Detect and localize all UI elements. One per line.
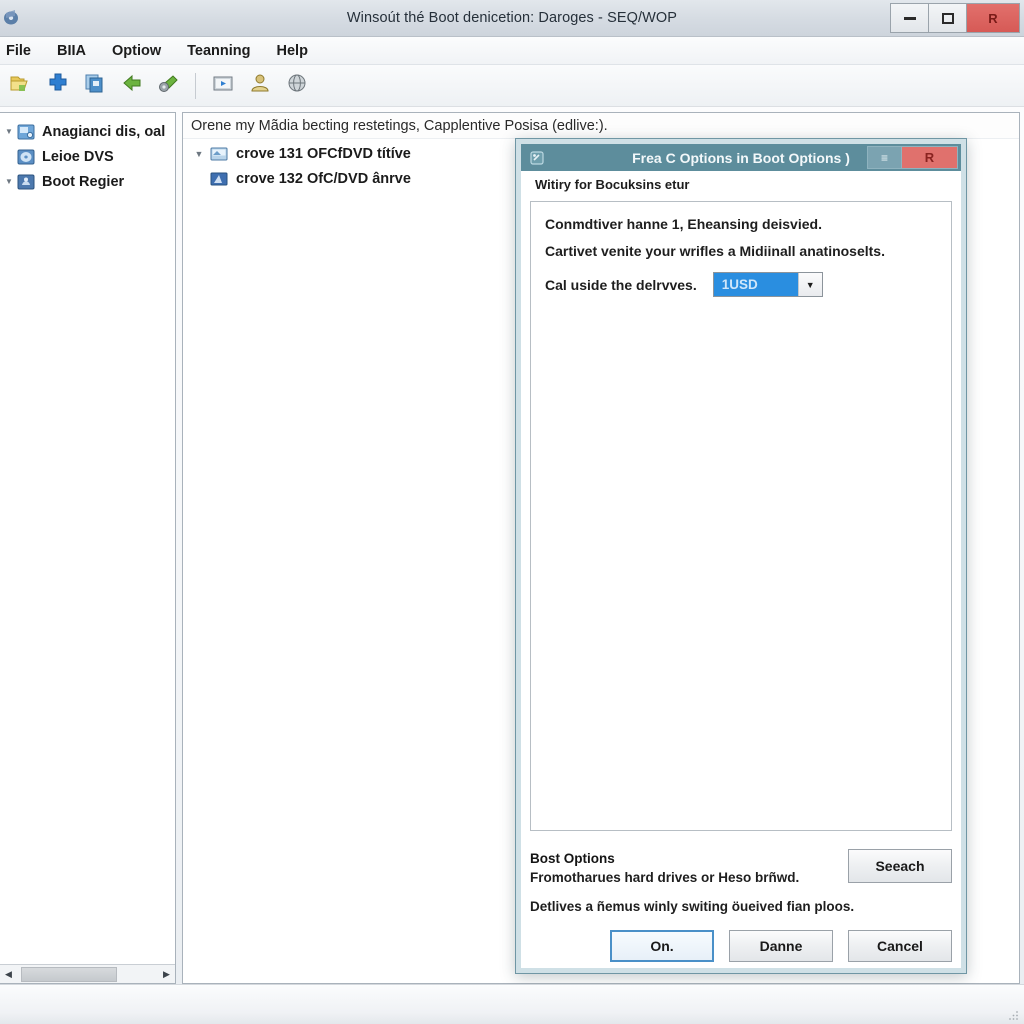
dialog-collapse-button[interactable]: ≡ (868, 147, 902, 168)
toolbar-user-button[interactable] (243, 69, 276, 102)
footer-heading: Bost Options (530, 850, 615, 866)
green-gear-icon (157, 72, 181, 99)
sidebar-item-label: Anagianci dis, oal (42, 123, 166, 140)
dialog-close-button[interactable]: R (902, 147, 957, 168)
scrollbar-thumb[interactable] (21, 966, 117, 982)
sidebar-panel: ▼ Anagianci dis, oal Leioe DVS ▼ Boot Re… (0, 112, 176, 984)
toolbar-add-button[interactable] (41, 69, 74, 102)
green-arrow-icon (120, 72, 144, 99)
expander-collapsed-icon[interactable]: ▼ (2, 177, 16, 186)
menubar: File BIIA Optiow Teanning Help (0, 37, 1024, 65)
dialog-titlebar: Frea C Options in Boot Options ) ≡ R (521, 144, 961, 171)
scrollbar-track[interactable] (17, 965, 158, 983)
disk-drive-icon (16, 123, 36, 141)
boot-options-dialog: Frea C Options in Boot Options ) ≡ R Wit… (515, 138, 967, 974)
drive-select-row: Cal uside the delrvves. 1USD ▼ (545, 272, 937, 297)
add-plus-icon (46, 72, 70, 99)
sidebar-item-label: Boot Regier (42, 173, 125, 190)
minimize-button[interactable] (891, 4, 929, 32)
main-panel-header: Orene my Mãdia becting restetings, Cappl… (183, 113, 1019, 139)
footer-top-row: Bost Options Fromotharues hard drives or… (530, 848, 952, 888)
ok-button[interactable]: On. (610, 930, 714, 962)
toolbar-settings-button[interactable] (152, 69, 185, 102)
cancel-button[interactable]: Cancel (848, 930, 952, 962)
window-titlebar: Winsoút thé Boot denicetion: Daroges - S… (0, 0, 1024, 37)
dialog-footer: Bost Options Fromotharues hard drives or… (521, 838, 961, 920)
boot-icon (16, 173, 36, 191)
search-button[interactable]: Seeach (848, 848, 952, 883)
drive-select-label: Cal uside the delrvves. (545, 276, 697, 293)
dialog-disk-icon (527, 148, 547, 168)
footer-note: Detlives a ñemus winly switing öueived f… (530, 899, 855, 914)
sidebar-item-analysis-disk[interactable]: ▼ Anagianci dis, oal (0, 119, 175, 144)
sidebar-tree: ▼ Anagianci dis, oal Leioe DVS ▼ Boot Re… (0, 113, 175, 964)
statusbar (0, 984, 1024, 1024)
sidebar-item-leioe-dvs[interactable]: Leioe DVS (0, 144, 175, 169)
dialog-action-buttons: On. Danne Cancel (521, 920, 961, 968)
resize-grip-icon[interactable] (1008, 1008, 1020, 1020)
scroll-left-icon[interactable]: ◀ (0, 966, 17, 983)
footer-text-group: Bost Options Fromotharues hard drives or… (530, 849, 834, 888)
dialog-body: Conmdtiver hanne 1, Eheansing deisvied. … (521, 197, 961, 839)
maximize-button[interactable] (929, 4, 967, 32)
optical-drive-icon (209, 145, 229, 163)
close-button[interactable]: R (967, 4, 1019, 32)
footer-subtext: Fromotharues hard drives or Heso brñwd. (530, 870, 800, 886)
dialog-window-controls: ≡ R (867, 146, 958, 169)
done-button[interactable]: Danne (729, 930, 833, 962)
drive-row-label: crove 131 OFCfDVD títíve (236, 145, 411, 162)
sidebar-horizontal-scrollbar[interactable]: ◀ ▶ (0, 964, 175, 983)
drive-select-value: 1USD (713, 273, 798, 296)
toolbar-arrow-button[interactable] (115, 69, 148, 102)
expander-collapsed-icon[interactable]: ▼ (2, 127, 16, 136)
sidebar-item-label: Leioe DVS (42, 148, 114, 165)
drive-select-dropdown[interactable]: 1USD ▼ (712, 272, 823, 297)
menu-item-biia[interactable]: BIIA (44, 40, 99, 62)
copy-disk-icon (83, 72, 107, 99)
sidebar-item-boot-regier[interactable]: ▼ Boot Regier (0, 169, 175, 194)
dialog-line-1: Conmdtiver hanne 1, Eheansing deisvied. (545, 216, 822, 232)
play-media-icon (211, 72, 235, 99)
scroll-right-icon[interactable]: ▶ (158, 966, 175, 983)
window-controls: R (890, 3, 1020, 33)
menu-item-teanning[interactable]: Teanning (174, 40, 263, 62)
app-disk-icon (3, 7, 25, 29)
dialog-line-2: Cartivet venite your wrifles a Midiinall… (545, 243, 885, 259)
user-icon (248, 72, 272, 99)
toolbar (0, 65, 1024, 107)
toolbar-separator (195, 72, 196, 99)
minimize-icon (903, 16, 916, 20)
toolbar-help-button[interactable] (280, 69, 313, 102)
dialog-content-card: Conmdtiver hanne 1, Eheansing deisvied. … (530, 201, 952, 831)
toolbar-open-button[interactable] (4, 69, 37, 102)
chevron-down-icon[interactable]: ▼ (797, 273, 822, 296)
menu-item-optiow[interactable]: Optiow (99, 40, 174, 62)
window-title: Winsoút thé Boot denicetion: Daroges - S… (346, 10, 678, 26)
drive-row-label: crove 132 OfC/DVD ânrve (236, 170, 411, 187)
folder-open-icon (9, 72, 33, 99)
dvd-icon (16, 148, 36, 166)
dialog-subtitle: Witiry for Bocuksins etur (521, 171, 961, 197)
menu-item-help[interactable]: Help (264, 40, 321, 62)
globe-help-icon (285, 72, 309, 99)
expander-expanded-icon[interactable]: ▼ (189, 149, 209, 159)
optical-drive-blue-icon (209, 170, 229, 188)
menu-item-file[interactable]: File (0, 40, 44, 62)
application-window: Winsoút thé Boot denicetion: Daroges - S… (0, 0, 1024, 1024)
toolbar-copy-button[interactable] (78, 69, 111, 102)
maximize-icon (941, 12, 954, 24)
toolbar-media-button[interactable] (206, 69, 239, 102)
